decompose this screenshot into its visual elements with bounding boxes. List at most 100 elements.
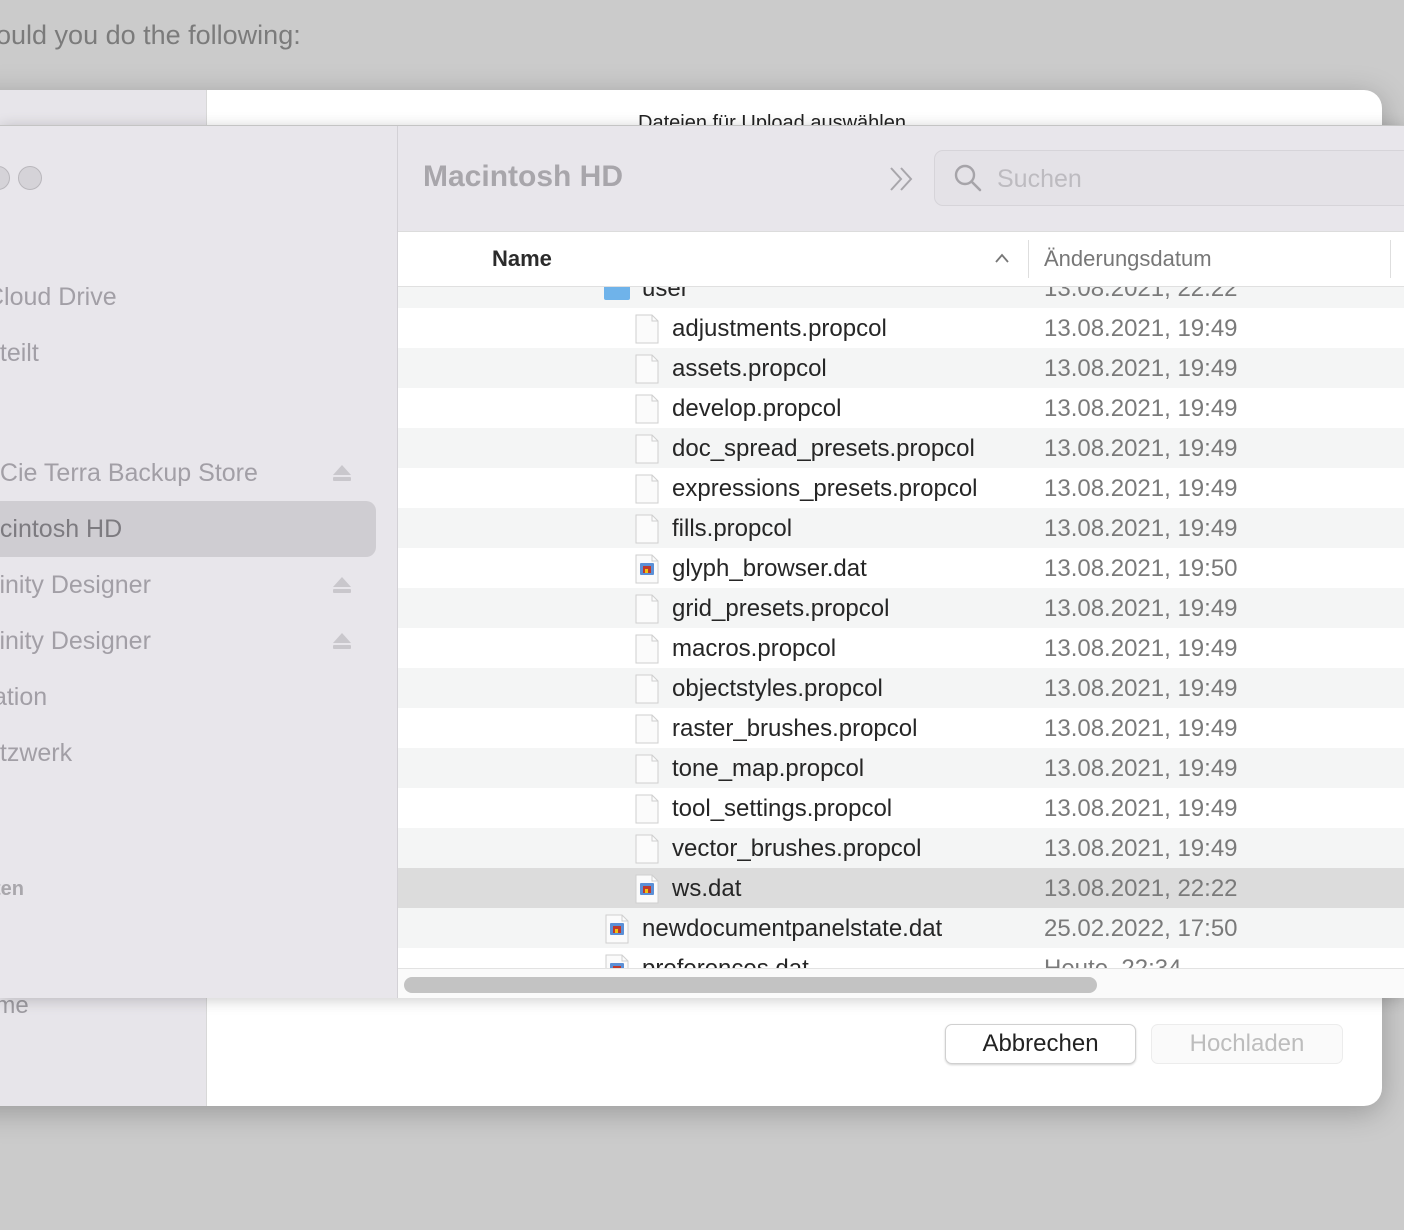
file-name: expressions_presets.propcol	[672, 475, 978, 502]
file-row[interactable]: tone_map.propcol 13.08.2021, 19:49	[398, 748, 1404, 788]
file-row[interactable]: expressions_presets.propcol 13.08.2021, 1…	[398, 468, 1404, 508]
location-title: Macintosh HD	[423, 160, 624, 193]
sidebar-item[interactable]: aCie Terra Backup Store	[0, 445, 376, 501]
document-icon	[635, 674, 659, 704]
document-icon	[635, 714, 659, 744]
sidebar-item[interactable]: acintosh HD	[0, 501, 376, 557]
file-date: 13.08.2021, 19:49	[1044, 515, 1238, 542]
file-name: assets.propcol	[672, 355, 827, 382]
search-placeholder: Suchen	[997, 165, 1082, 193]
sidebar-item-label: eteilt	[0, 338, 39, 367]
file-date: 13.08.2021, 19:49	[1044, 635, 1238, 662]
file-date: 13.08.2021, 19:49	[1044, 715, 1238, 742]
window-button-extra[interactable]	[18, 166, 42, 190]
document-icon	[635, 434, 659, 464]
file-row[interactable]: glyph_browser.dat 13.08.2021, 19:50	[398, 548, 1404, 588]
folder-icon	[604, 287, 630, 300]
file-row[interactable]: ws.dat 13.08.2021, 22:22	[398, 868, 1404, 908]
sidebar-item[interactable]: ffinity Designer	[0, 557, 376, 613]
document-icon	[635, 314, 659, 344]
file-date: 13.08.2021, 19:49	[1044, 595, 1238, 622]
eject-icon[interactable]	[332, 576, 352, 594]
column-separator[interactable]	[1028, 240, 1029, 278]
sidebar-item-label: etzwerk	[0, 738, 73, 767]
column-header-date[interactable]: Änderungsdatum	[1044, 246, 1212, 272]
search-field[interactable]: Suchen	[934, 150, 1404, 206]
file-date: 13.08.2021, 22:22	[1044, 875, 1238, 902]
file-row[interactable]: newdocumentpanelstate.dat 25.02.2022, 17:…	[398, 908, 1404, 948]
column-separator[interactable]	[1390, 240, 1391, 278]
file-date: 13.08.2021, 19:49	[1044, 835, 1238, 862]
eject-icon[interactable]	[332, 632, 352, 650]
window-button-zoom[interactable]	[0, 166, 10, 190]
file-row[interactable]: raster_brushes.propcol 13.08.2021, 19:49	[398, 708, 1404, 748]
sidebar-item-label: acintosh HD	[0, 514, 123, 543]
file-row[interactable]: tool_settings.propcol 13.08.2021, 19:49	[398, 788, 1404, 828]
file-name: doc_spread_presets.propcol	[672, 435, 975, 462]
file-date: 13.08.2021, 19:49	[1044, 355, 1238, 382]
sidebar-item[interactable]: eteilt	[0, 325, 376, 381]
cancel-button[interactable]: Abbrechen	[945, 1024, 1136, 1064]
file-row[interactable]: adjustments.propcol 13.08.2021, 19:49	[398, 308, 1404, 348]
file-name: raster_brushes.propcol	[672, 715, 918, 742]
file-date: 13.08.2021, 19:49	[1044, 795, 1238, 822]
file-name: objectstyles.propcol	[672, 675, 883, 702]
document-icon	[635, 394, 659, 424]
sidebar-item-label: ffinity Designer	[0, 626, 151, 655]
file-row[interactable]: preferences.dat Heute, 22:34	[398, 948, 1404, 969]
file-date: Heute, 22:34	[1044, 955, 1182, 969]
sidebar-item[interactable]: tation	[0, 669, 376, 725]
horizontal-scrollbar-thumb[interactable]	[404, 977, 1097, 993]
background-question: ould you do the following:	[0, 20, 301, 50]
file-name: adjustments.propcol	[672, 315, 887, 342]
file-row[interactable]: assets.propcol 13.08.2021, 19:49	[398, 348, 1404, 388]
file-row[interactable]: user 13.08.2021, 22:22	[398, 287, 1404, 308]
document-icon	[635, 834, 659, 864]
file-name: fills.propcol	[672, 515, 793, 542]
file-date: 13.08.2021, 19:49	[1044, 475, 1238, 502]
upload-button[interactable]: Hochladen	[1151, 1024, 1343, 1064]
column-header-name[interactable]: Name	[492, 246, 552, 272]
file-date: 13.08.2021, 22:22	[1044, 287, 1238, 302]
horizontal-scrollbar[interactable]	[398, 968, 1404, 998]
document-icon	[635, 754, 659, 784]
sidebar-section-heading: ten	[0, 878, 24, 900]
document-icon	[635, 514, 659, 544]
file-row[interactable]: doc_spread_presets.propcol 13.08.2021, 19…	[398, 428, 1404, 468]
file-list: Name Änderungsdatum user 13.08.2021, 22:2…	[398, 231, 1404, 969]
file-name: vector_brushes.propcol	[672, 835, 922, 862]
file-row[interactable]: macros.propcol 13.08.2021, 19:49	[398, 628, 1404, 668]
file-date: 13.08.2021, 19:49	[1044, 315, 1238, 342]
file-name: preferences.dat	[642, 955, 809, 969]
file-name: develop.propcol	[672, 395, 842, 422]
file-row[interactable]: grid_presets.propcol 13.08.2021, 19:49	[398, 588, 1404, 628]
file-date: 13.08.2021, 19:49	[1044, 755, 1238, 782]
file-row[interactable]: vector_brushes.propcol 13.08.2021, 19:49	[398, 828, 1404, 868]
file-name: tool_settings.propcol	[672, 795, 893, 822]
file-row[interactable]: fills.propcol 13.08.2021, 19:49	[398, 508, 1404, 548]
sort-ascending-icon[interactable]	[994, 252, 1010, 264]
file-row[interactable]: objectstyles.propcol 13.08.2021, 19:49	[398, 668, 1404, 708]
file-date: 25.02.2022, 17:50	[1044, 915, 1238, 942]
preview-doc-icon	[605, 914, 629, 944]
sidebar-item[interactable]: etzwerk	[0, 725, 376, 781]
document-icon	[635, 474, 659, 504]
file-name: glyph_browser.dat	[672, 555, 867, 582]
file-date: 13.08.2021, 19:49	[1044, 435, 1238, 462]
sidebar: Cloud Drive eteilt aCie Terra Backup Store…	[0, 126, 397, 998]
sidebar-item-label: ffinity Designer	[0, 570, 151, 599]
sidebar-item[interactable]: ffinity Designer	[0, 613, 376, 669]
file-picker-dialog: Cloud Drive eteilt aCie Terra Backup Store…	[0, 125, 1404, 998]
document-icon	[635, 794, 659, 824]
file-name: ws.dat	[672, 875, 742, 902]
file-name: newdocumentpanelstate.dat	[642, 915, 943, 942]
preview-doc-icon	[635, 874, 659, 904]
file-name: user	[642, 287, 689, 302]
eject-icon[interactable]	[332, 464, 352, 482]
sidebar-item[interactable]: Cloud Drive	[0, 269, 376, 325]
file-row[interactable]: develop.propcol 13.08.2021, 19:49	[398, 388, 1404, 428]
file-name: tone_map.propcol	[672, 755, 865, 782]
chevrons-right-icon[interactable]	[886, 164, 918, 194]
list-rows: user 13.08.2021, 22:22 adjustments.propcol…	[398, 287, 1404, 969]
sidebar-item-label: Cloud Drive	[0, 282, 117, 311]
